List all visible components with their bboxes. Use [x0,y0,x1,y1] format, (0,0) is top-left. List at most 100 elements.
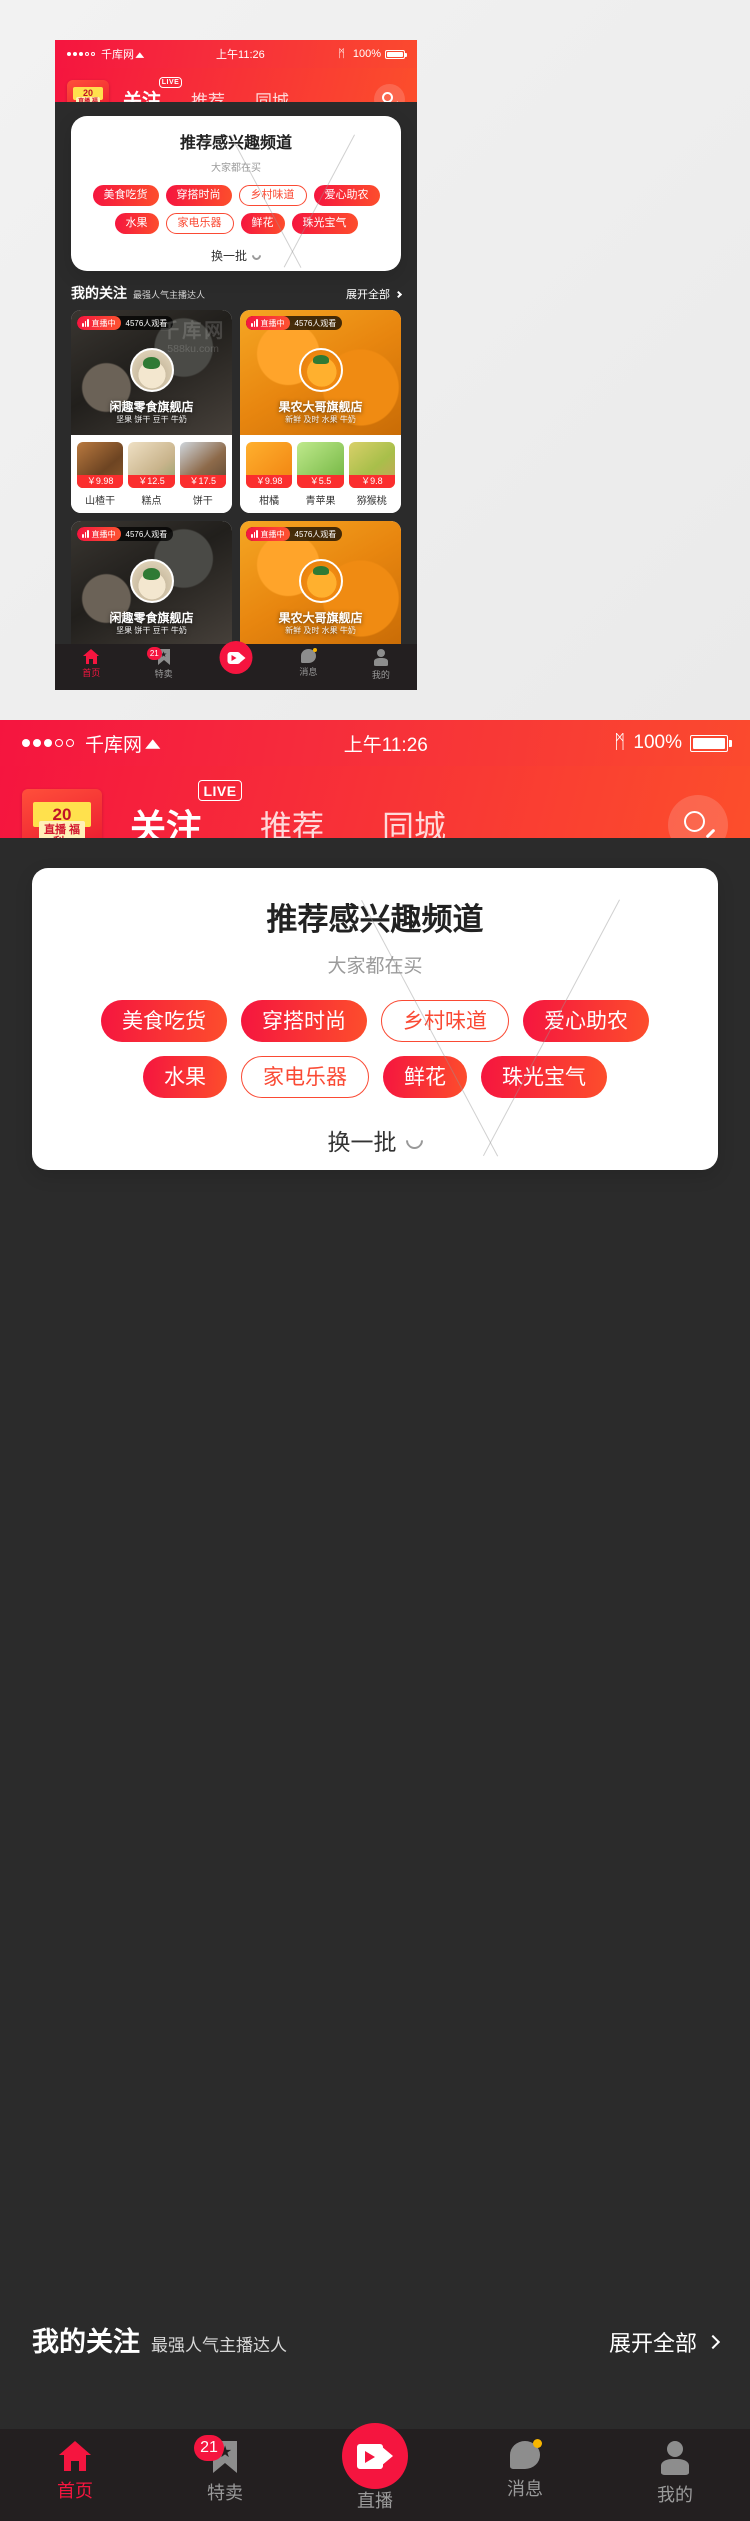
refresh-tags-button[interactable]: 换一批 [71,247,401,264]
tab-我的[interactable]: 我的 [600,2441,750,2507]
bar-2 [253,532,255,538]
interest-tag-家电乐器[interactable]: 家电乐器 [165,213,234,234]
live-now-badge: 直播中 [246,316,290,330]
interest-tag-水果[interactable]: 水果 [114,213,159,234]
interest-tag-乡村味道[interactable]: 乡村味道 [238,185,307,206]
product-name: 柑橘 [259,496,280,507]
tab-特卖[interactable]: ★ 21 特卖 [127,647,199,680]
home-roof [59,2441,91,2455]
product-thumbnail: ￥9.98 [77,442,124,488]
interest-tag-家电乐器[interactable]: 家电乐器 [241,1056,369,1098]
tab-直播[interactable]: 直播 [200,641,272,690]
live-badge: LIVE [198,780,243,801]
interest-tag-乡村味道[interactable]: 乡村味道 [381,1000,509,1042]
bluetooth-icon: ᛗ [338,48,345,60]
tab-首页[interactable]: 首页 [55,649,127,679]
tab-label-消息: 消息 [299,667,318,677]
interest-tag-珠光宝气[interactable]: 珠光宝气 [481,1056,607,1098]
streamer-avatar [298,348,343,392]
video-camera-icon [227,651,246,664]
play-triangle [365,2450,375,2463]
tab-消息[interactable]: 消息 [272,648,344,678]
expand-all-button[interactable]: 展开全部 [346,286,403,302]
interest-tag-穿搭时尚[interactable]: 穿搭时尚 [241,1000,367,1042]
interest-tag-爱心助农[interactable]: 爱心助农 [313,185,380,206]
wifi-icon: ▴ [135,48,145,61]
signal-dot-empty [85,52,89,56]
home-roof [83,649,100,656]
status-bar-right: ᛗ 100% [338,48,407,60]
refresh-label: 换一批 [210,249,247,263]
tab-我的[interactable]: 我的 [345,649,417,681]
user-icon [345,649,417,666]
live-status-pill: 直播中 4576人观看 [246,527,343,541]
tab-直播[interactable]: 直播 [300,2423,450,2513]
store-name: 果农大哥旗舰店 [278,400,363,414]
signal-dot-empty [91,52,95,56]
interest-tag-水果[interactable]: 水果 [143,1056,227,1098]
interest-tag-爱心助农[interactable]: 爱心助农 [523,1000,649,1042]
store-name: 闲趣零食旗舰店 [109,611,194,625]
product-name: 饼干 [192,496,213,507]
signal-dot-empty [66,739,74,747]
tab-首页[interactable]: 首页 [0,2441,150,2503]
product-item[interactable]: ￥5.5 青苹果 [297,442,344,507]
status-bar-left: 千库网 ▴ [67,46,145,62]
live-card[interactable]: 直播中 4576人观看闲趣零食旗舰店坚果 饼干 豆干 牛奶 ￥9.98 山楂干 ￥12.… [71,310,232,513]
status-bar: 千库网 ▴ 上午11:26 ᛗ 100% [55,40,417,68]
home-body [85,656,97,664]
interest-tag-row: 水果 家电乐器 鲜花 珠光宝气 [114,213,358,234]
interest-tag-美食吃货[interactable]: 美食吃货 [101,1000,227,1042]
product-name: 山楂干 [85,496,116,507]
signal-dot-filled [44,739,52,747]
live-stream-button[interactable] [342,2423,408,2489]
product-price: ￥17.5 [179,475,226,488]
product-row: ￥9.98 柑橘 ￥5.5 青苹果 ￥9.8 猕猴桃 [240,435,401,513]
product-item[interactable]: ￥9.98 山楂干 [77,442,124,507]
product-row: ￥9.98 山楂干 ￥12.5 糕点 ￥17.5 饼干 [71,435,232,513]
user-shoulders [373,658,388,666]
product-item[interactable]: ￥9.8 猕猴桃 [348,442,395,507]
chevron-right-icon [705,2334,721,2350]
signal-bars-icon [251,530,259,538]
bar-2 [84,532,86,538]
video-camera-icon [357,2443,393,2469]
streamer-avatar [129,348,174,392]
product-item[interactable]: ￥9.98 柑橘 [246,442,293,507]
store-name: 闲趣零食旗舰店 [109,400,194,414]
interest-tag-美食吃货[interactable]: 美食吃货 [92,185,159,206]
play-triangle [231,654,237,661]
battery-fill [387,51,403,57]
tab-特卖[interactable]: ★ 21 特卖 [150,2435,300,2505]
camera-lens [381,2445,393,2466]
signal-bars-icon [251,319,259,327]
product-price: ￥9.98 [77,475,124,488]
signal-dot-filled [33,739,41,747]
home-door [71,2461,79,2471]
refresh-tags-button[interactable]: 换一批 [32,1123,718,1157]
signal-bars-icon [82,319,90,327]
product-item[interactable]: ￥12.5 糕点 [128,442,175,507]
interest-card-title: 推荐感兴趣频道 [266,902,484,937]
battery-percent: 100% [352,48,381,60]
product-name: 青苹果 [305,496,336,507]
wifi-icon: ▴ [145,732,161,754]
expand-all-button[interactable]: 展开全部 [609,2326,721,2358]
bar-3 [87,319,89,327]
bar-1 [251,323,253,327]
live-now-label: 直播中 [91,529,116,539]
product-item[interactable]: ￥17.5 饼干 [179,442,226,507]
home-door [89,659,94,664]
tab-消息[interactable]: 消息 [450,2439,600,2501]
product-name: 猕猴桃 [356,496,387,507]
tab-label-首页: 首页 [82,668,101,678]
live-now-label: 直播中 [260,318,285,328]
live-stream-button[interactable] [219,641,253,674]
section-header: 我的关注 最强人气主播达人 展开全部 [0,2320,750,2359]
live-card-cover: 直播中 4576人观看闲趣零食旗舰店坚果 饼干 豆干 牛奶 [71,521,232,646]
camera-lens [239,652,246,663]
store-description: 坚果 饼干 豆干 牛奶 [116,415,187,424]
interest-tag-穿搭时尚[interactable]: 穿搭时尚 [165,185,232,206]
live-card-cover: 直播中 4576人观看果农大哥旗舰店新鲜 及时 水果 牛奶 [240,310,401,435]
live-card[interactable]: 直播中 4576人观看果农大哥旗舰店新鲜 及时 水果 牛奶 ￥9.98 柑橘 ￥5.5 青… [240,310,401,513]
